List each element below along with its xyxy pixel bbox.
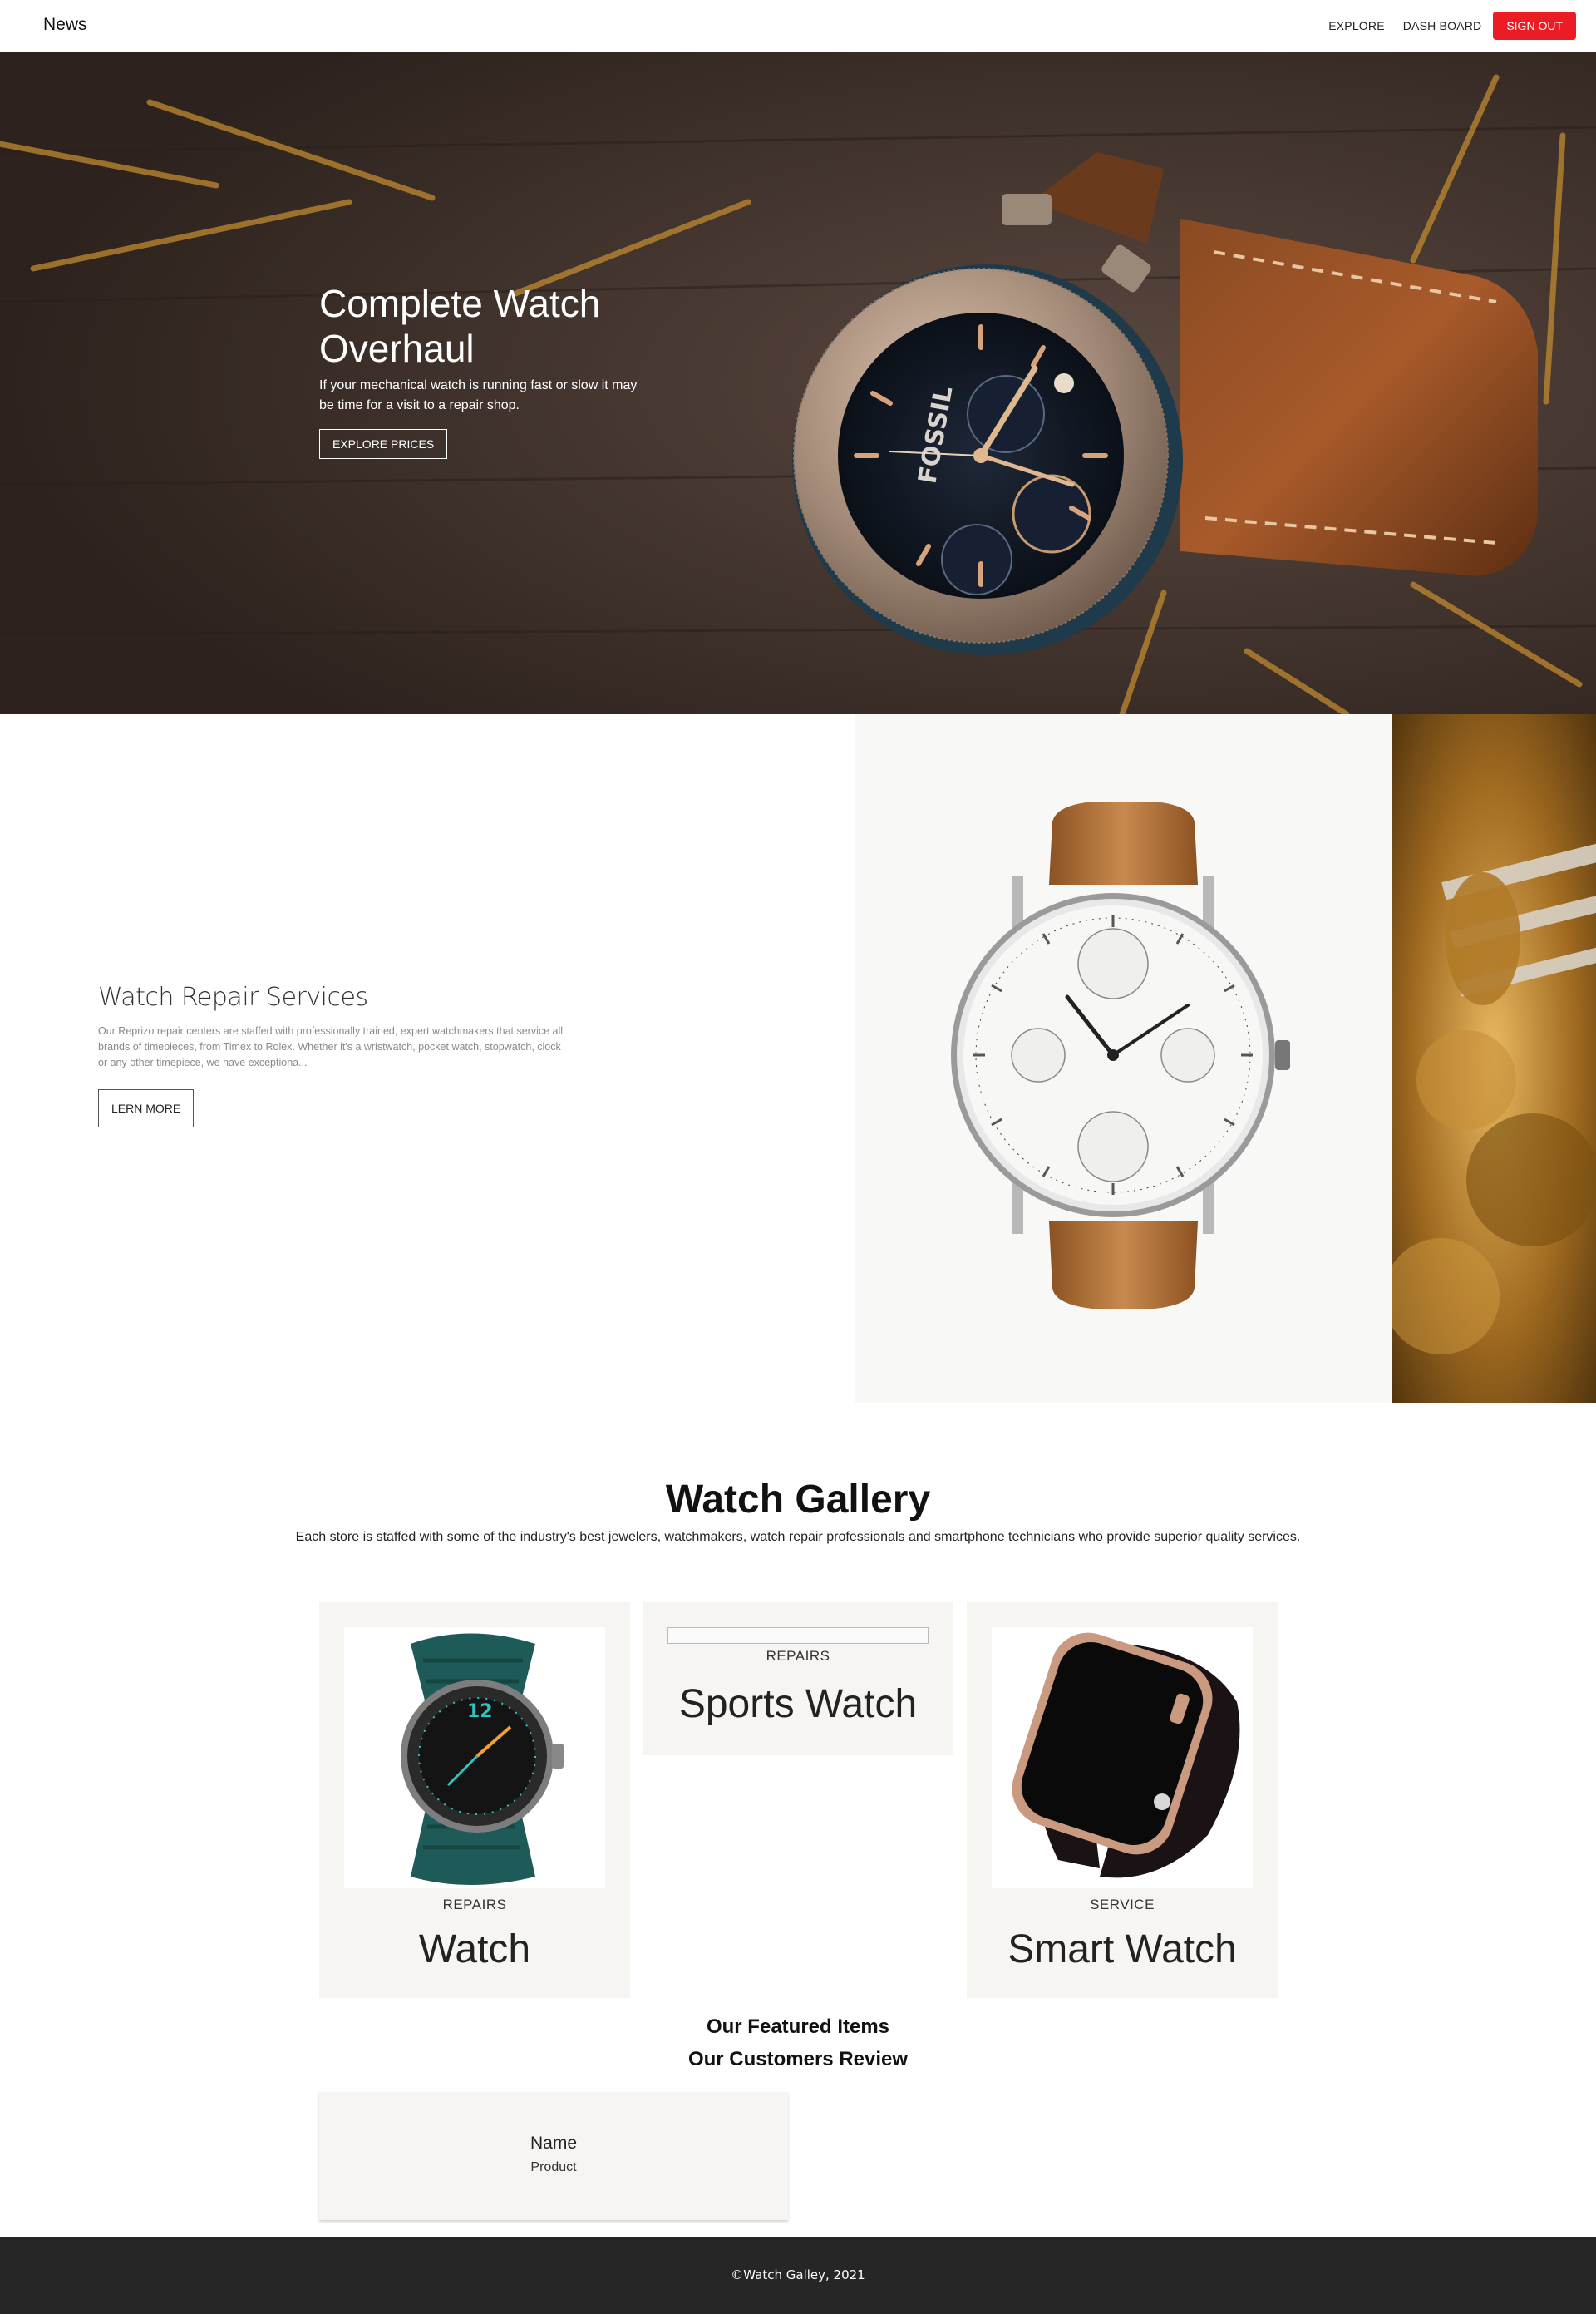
broken-image-icon (667, 1627, 929, 1644)
hero-title: Complete Watch Overhaul (319, 282, 601, 370)
footer-copyright: ©Watch Galley, 2021 (731, 2267, 865, 2282)
review-card: Name Product (319, 2092, 788, 2220)
apple-watch-image (992, 1627, 1253, 1888)
card-title: Sports Watch (678, 1682, 918, 1726)
nav-link-dashboard[interactable]: DASH BOARD (1403, 19, 1482, 32)
hero-watch-image: FOSSIL (0, 52, 1596, 714)
footer: ©Watch Galley, 2021 (0, 2237, 1596, 2314)
services-title: Watch Repair Services (98, 983, 368, 1012)
card-title: Watch (418, 1927, 531, 1971)
brand-link[interactable]: News (43, 15, 87, 35)
hero-description: If your mechanical watch is running fast… (319, 378, 638, 412)
review-product: Product (530, 2160, 577, 2174)
gallery-card-smart-watch[interactable]: SERVICE Smart Watch (967, 1602, 1278, 1998)
smartwatch-green-strap-image: 12 (344, 1627, 605, 1888)
explore-prices-button[interactable]: EXPLORE PRICES (319, 429, 448, 459)
services-section: Watch Repair Services Our Reprizo repair… (0, 714, 1596, 1403)
learn-more-button[interactable]: LERN MORE (98, 1089, 195, 1127)
nav-link-explore[interactable]: EXPLORE (1328, 19, 1385, 32)
gallery-title: Watch Gallery (665, 1478, 931, 1522)
hero-banner: FOSSIL Complete Watch Overhaul If your m… (0, 52, 1596, 714)
gallery-subtitle: Each store is staffed with some of the i… (295, 1530, 1301, 1544)
customer-reviews-heading: Our Customers Review (687, 2048, 909, 2070)
hero-content: Complete Watch Overhaul If your mechanic… (319, 281, 643, 459)
card-category: REPAIRS (766, 1648, 830, 1664)
sign-out-button[interactable]: SIGN OUT (1493, 12, 1576, 40)
nav-links: EXPLORE DASH BOARD SIGN OUT (1310, 12, 1576, 40)
watch-gears-image (1392, 714, 1596, 1403)
card-category: SERVICE (1090, 1897, 1155, 1912)
card-category: REPAIRS (442, 1897, 507, 1912)
gallery-card-watch[interactable]: 12 REPAIRS Watch (319, 1602, 630, 1998)
navbar: News EXPLORE DASH BOARD SIGN OUT (0, 0, 1596, 52)
featured-items-heading: Our Featured Items (706, 2015, 890, 2038)
review-name: Name (530, 2134, 578, 2153)
services-content: Watch Repair Services Our Reprizo repair… (98, 983, 564, 1127)
gallery-card-sports-watch[interactable]: REPAIRS Sports Watch (643, 1602, 953, 1755)
services-description: Our Reprizo repair centers are staffed w… (98, 1025, 564, 1068)
svg-text:12: 12 (467, 1701, 493, 1722)
white-dial-watch-image (855, 714, 1392, 1403)
card-title: Smart Watch (1007, 1927, 1237, 1971)
